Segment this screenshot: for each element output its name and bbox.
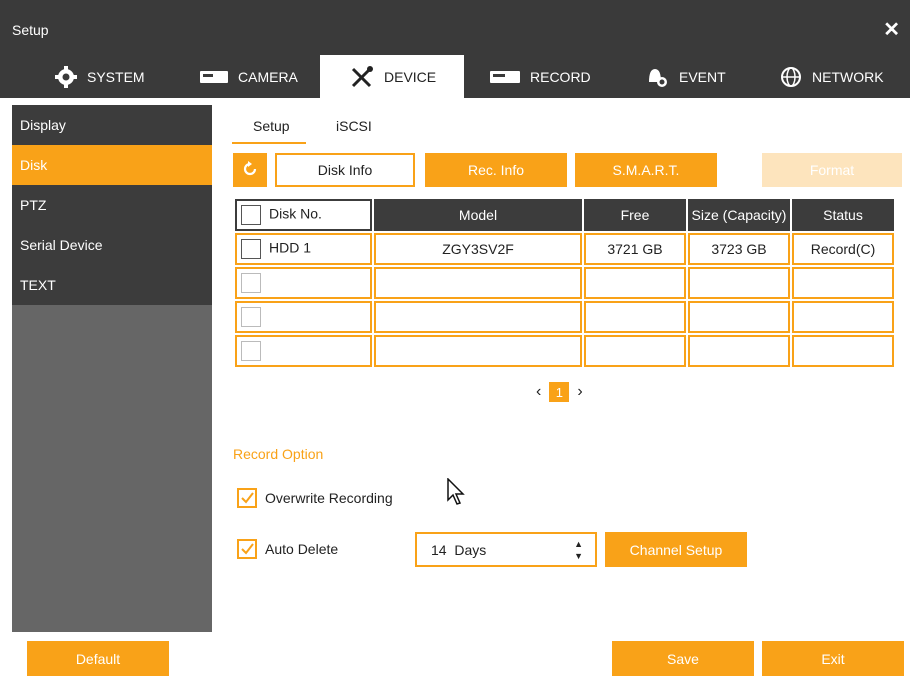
tab-event-label: EVENT — [679, 68, 726, 85]
auto-delete-option[interactable]: Auto Delete — [237, 539, 338, 559]
pagination: ‹ 1 › — [536, 382, 583, 402]
cell-disk-no — [235, 335, 372, 367]
disk-no-value: HDD 1 — [269, 239, 312, 256]
sidebar: Display Disk PTZ Serial Device TEXT — [12, 105, 212, 632]
header-model: Model — [374, 199, 582, 231]
header-size: Size (Capacity) — [688, 199, 790, 231]
sidebar-item-disk[interactable]: Disk — [12, 145, 212, 185]
smart-button[interactable]: S.M.A.R.T. — [575, 153, 717, 187]
default-button[interactable]: Default — [27, 641, 169, 676]
tab-event[interactable]: EVENT — [645, 55, 726, 98]
tools-icon — [350, 65, 374, 88]
tab-camera[interactable]: CAMERA — [200, 55, 298, 98]
cell-model — [374, 301, 582, 333]
cell-status — [792, 335, 894, 367]
cell-free — [584, 267, 686, 299]
sidebar-item-display[interactable]: Display — [12, 105, 212, 145]
select-all-checkbox[interactable] — [241, 205, 261, 225]
auto-delete-days-value: 14 Days — [431, 541, 487, 558]
header-status: Status — [792, 199, 894, 231]
close-icon[interactable]: ✕ — [883, 17, 900, 42]
prev-page-icon[interactable]: ‹ — [536, 383, 541, 401]
table-row[interactable] — [235, 267, 894, 299]
record-icon — [490, 70, 520, 84]
page-number[interactable]: 1 — [549, 382, 570, 402]
gear-icon — [55, 65, 77, 88]
globe-icon — [780, 66, 802, 88]
next-page-icon[interactable]: › — [577, 383, 582, 401]
auto-delete-label: Auto Delete — [265, 541, 339, 557]
tab-system-label: SYSTEM — [87, 68, 145, 85]
cell-disk-no: HDD 1 — [235, 233, 372, 265]
header-disk-no: Disk No. — [235, 199, 372, 231]
overwrite-recording-option[interactable]: Overwrite Recording — [237, 488, 393, 508]
row-checkbox[interactable] — [241, 239, 261, 259]
auto-delete-checkbox[interactable] — [237, 539, 257, 559]
sidebar-item-serial-device[interactable]: Serial Device — [12, 225, 212, 265]
cell-free: 3721 GB — [584, 233, 686, 265]
cell-size — [688, 301, 790, 333]
cell-size: 3723 GB — [688, 233, 790, 265]
refresh-icon — [241, 160, 259, 181]
cell-size — [688, 335, 790, 367]
tab-device-label: DEVICE — [384, 68, 437, 85]
header-free: Free — [584, 199, 686, 231]
refresh-button[interactable] — [233, 153, 267, 187]
sidebar-menu: Display Disk PTZ Serial Device TEXT — [12, 105, 212, 305]
format-button[interactable]: Format — [762, 153, 902, 187]
table-row[interactable] — [235, 301, 894, 333]
active-tab-indicator — [232, 142, 306, 144]
save-button[interactable]: Save — [612, 641, 754, 676]
spinner-arrows-icon[interactable]: ▲ ▼ — [574, 538, 583, 562]
channel-setup-button[interactable]: Channel Setup — [605, 532, 747, 567]
cell-model: ZGY3SV2F — [374, 233, 582, 265]
tab-record-label: RECORD — [530, 68, 591, 85]
exit-button[interactable]: Exit — [762, 641, 904, 676]
disk-table: Disk No. Model Free Size (Capacity) Stat… — [233, 197, 896, 369]
cell-disk-no — [235, 267, 372, 299]
cell-model — [374, 267, 582, 299]
tab-iscsi[interactable]: iSCSI — [336, 118, 372, 134]
cell-model — [374, 335, 582, 367]
auto-delete-days-spinner[interactable]: 14 Days ▲ ▼ — [415, 532, 597, 567]
record-option-title: Record Option — [233, 446, 324, 462]
cell-free — [584, 335, 686, 367]
sidebar-item-text[interactable]: TEXT — [12, 265, 212, 305]
cell-status: Record(C) — [792, 233, 894, 265]
row-checkbox[interactable] — [241, 307, 261, 327]
cell-free — [584, 301, 686, 333]
tab-camera-label: CAMERA — [238, 68, 298, 85]
sidebar-item-ptz[interactable]: PTZ — [12, 185, 212, 225]
cell-status — [792, 301, 894, 333]
disk-info-button[interactable]: Disk Info — [275, 153, 415, 187]
main-tabs: SYSTEM CAMERA DEVICE RECORD EVENT NETWOR… — [0, 55, 910, 98]
tab-device[interactable]: DEVICE — [320, 55, 464, 98]
table-row[interactable] — [235, 335, 894, 367]
row-checkbox[interactable] — [241, 273, 261, 293]
bell-icon — [645, 66, 669, 88]
title-bar: Setup ✕ — [0, 0, 910, 55]
cell-status — [792, 267, 894, 299]
camera-icon — [200, 70, 228, 84]
tab-network[interactable]: NETWORK — [780, 55, 884, 98]
overwrite-recording-checkbox[interactable] — [237, 488, 257, 508]
tab-setup[interactable]: Setup — [253, 118, 290, 134]
header-disk-no-label: Disk No. — [269, 205, 322, 222]
tab-record[interactable]: RECORD — [490, 55, 591, 98]
overwrite-recording-label: Overwrite Recording — [265, 490, 393, 506]
mouse-cursor-icon — [447, 477, 467, 511]
window-title: Setup — [12, 22, 49, 38]
rec-info-button[interactable]: Rec. Info — [425, 153, 567, 187]
tab-network-label: NETWORK — [812, 68, 884, 85]
table-row[interactable]: HDD 1 ZGY3SV2F 3721 GB 3723 GB Record(C) — [235, 233, 894, 265]
tab-system[interactable]: SYSTEM — [55, 55, 145, 98]
row-checkbox[interactable] — [241, 341, 261, 361]
cell-size — [688, 267, 790, 299]
cell-disk-no — [235, 301, 372, 333]
table-header: Disk No. Model Free Size (Capacity) Stat… — [235, 199, 894, 231]
